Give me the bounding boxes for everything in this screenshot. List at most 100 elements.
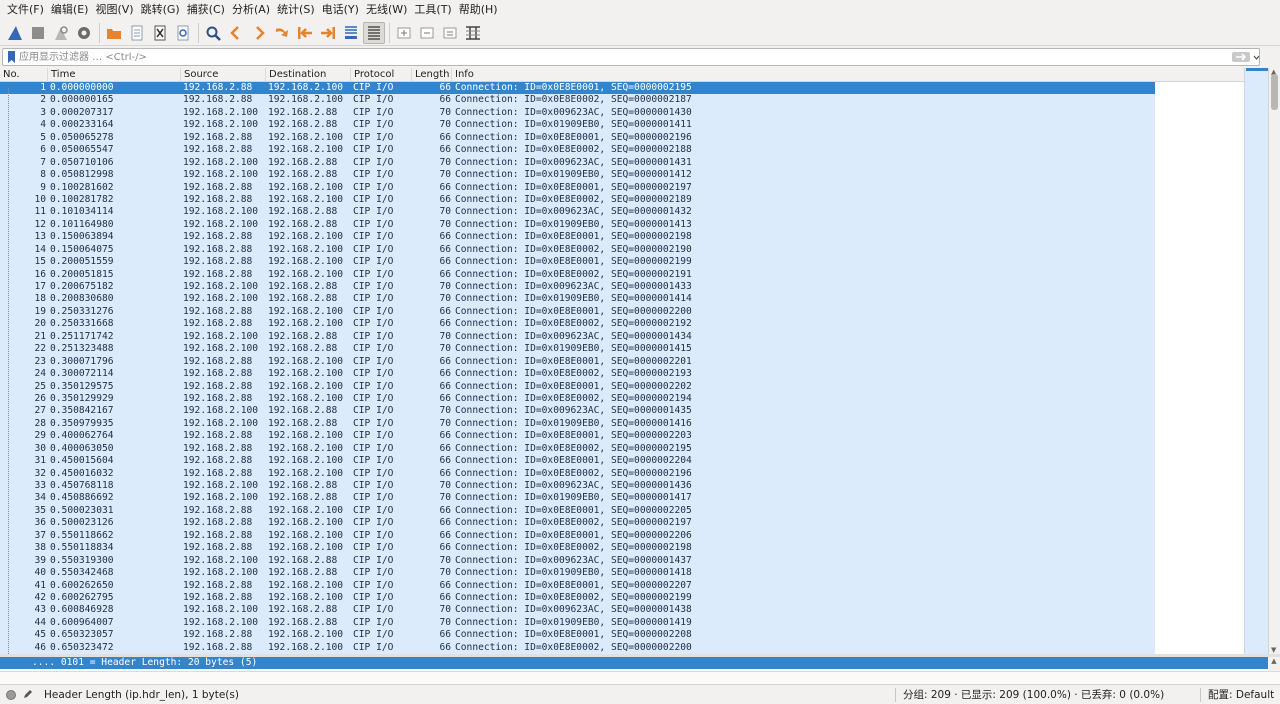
packet-row[interactable]: 39 0.550319300 192.168.2.100 192.168.2.88 CI… [0,554,1155,568]
autoscroll-icon[interactable] [340,22,362,44]
packet-row[interactable]: 44 0.600964007 192.168.2.100 192.168.2.88 CI… [0,616,1155,630]
restart-capture-icon[interactable] [50,22,72,44]
apply-filter-arrow-icon[interactable] [1232,51,1250,63]
packet-row[interactable]: 20 0.250331668 192.168.2.88 192.168.2.100 CI… [0,318,1155,331]
packet-row[interactable]: 22 0.251323488 192.168.2.100 192.168.2.88 CI… [0,343,1155,356]
menu-item[interactable]: 无线(W) [363,0,410,20]
packet-row[interactable]: 21 0.251171742 192.168.2.100 192.168.2.88 CI… [0,330,1155,344]
resize-columns-icon[interactable] [462,22,484,44]
packet-row[interactable]: 1 0.000000000 192.168.2.88 192.168.2.100 CIP… [0,82,1155,95]
details-scrollbar[interactable]: ▲ [1268,657,1280,671]
packet-row[interactable]: 6 0.050065547 192.168.2.88 192.168.2.100 CIP… [0,144,1155,157]
menu-item[interactable]: 统计(S) [274,0,318,20]
packet-row[interactable]: 31 0.450015604 192.168.2.88 192.168.2.100 CI… [0,455,1155,468]
column-header-info[interactable]: Info [452,68,1268,82]
packet-row[interactable]: 14 0.150064075 192.168.2.88 192.168.2.100 CI… [0,243,1155,257]
packet-row[interactable]: 24 0.300072114 192.168.2.88 192.168.2.100 CI… [0,368,1155,381]
packet-row[interactable]: 27 0.350842167 192.168.2.100 192.168.2.88 CI… [0,405,1155,418]
packet-row[interactable]: 16 0.200051815 192.168.2.88 192.168.2.100 CI… [0,268,1155,281]
menu-item[interactable]: 视图(V) [92,0,136,20]
column-header-destination[interactable]: Destination [266,68,351,82]
find-packet-icon[interactable] [202,22,224,44]
menu-item[interactable]: 工具(T) [411,0,454,20]
go-forward-icon[interactable] [248,22,270,44]
packet-row[interactable]: 43 0.600846928 192.168.2.100 192.168.2.88 CI… [0,604,1155,617]
packet-row[interactable]: 32 0.450016032 192.168.2.88 192.168.2.100 CI… [0,467,1155,480]
detail-tree-item[interactable]: .... 0101 = Header Length: 20 bytes (5) [0,657,1268,669]
bookmark-icon[interactable] [7,51,16,63]
packet-minimap[interactable] [1244,68,1268,654]
packet-row[interactable]: 9 0.100281602 192.168.2.88 192.168.2.100 CIP… [0,181,1155,194]
colorize-icon[interactable] [363,21,385,44]
packet-row[interactable]: 29 0.400062764 192.168.2.88 192.168.2.100 CI… [0,430,1155,443]
column-header-no[interactable]: No. [0,68,48,82]
packet-list-scrollbar[interactable]: ▲ ▼ [1268,68,1280,654]
stop-capture-icon[interactable] [27,22,49,44]
packet-row[interactable]: 33 0.450768118 192.168.2.100 192.168.2.88 CI… [0,480,1155,493]
packet-row[interactable]: 12 0.101164980 192.168.2.100 192.168.2.88 CI… [0,218,1155,232]
packet-row[interactable]: 36 0.500023126 192.168.2.88 192.168.2.100 CI… [0,517,1155,530]
status-profile[interactable]: 配置: Default [1208,688,1274,702]
close-file-icon[interactable] [149,22,171,44]
cell-destination: 192.168.2.100 [268,94,344,106]
packet-row[interactable]: 30 0.400063050 192.168.2.88 192.168.2.100 CI… [0,442,1155,456]
reload-file-icon[interactable] [172,22,194,44]
menu-item[interactable]: 分析(A) [229,0,273,20]
packet-row[interactable]: 15 0.200051559 192.168.2.88 192.168.2.100 CI… [0,256,1155,269]
packet-row[interactable]: 5 0.050065278 192.168.2.88 192.168.2.100 CIP… [0,131,1155,145]
go-first-icon[interactable] [294,22,316,44]
packet-row[interactable]: 4 0.000233164 192.168.2.100 192.168.2.88 CIP… [0,119,1155,132]
scrollbar-thumb[interactable] [1271,74,1278,110]
packet-row[interactable]: 37 0.550118662 192.168.2.88 192.168.2.100 CI… [0,529,1155,543]
menu-item[interactable]: 帮助(H) [456,0,501,20]
column-header-source[interactable]: Source [181,68,266,82]
packet-row[interactable]: 3 0.000207317 192.168.2.100 192.168.2.88 CIP… [0,106,1155,120]
zoom-out-icon[interactable] [416,22,438,44]
menu-item[interactable]: 电话(Y) [319,0,362,20]
packet-row[interactable]: 2 0.000000165 192.168.2.88 192.168.2.100 CIP… [0,94,1155,107]
normal-size-icon[interactable] [439,22,461,44]
packet-row[interactable]: 42 0.600262795 192.168.2.88 192.168.2.100 CI… [0,591,1155,605]
packet-row[interactable]: 46 0.650323472 192.168.2.88 192.168.2.100 CI… [0,641,1155,654]
edit-comment-icon[interactable] [22,688,34,700]
shark-fin-start-icon[interactable] [4,22,26,44]
go-back-icon[interactable] [225,22,247,44]
packet-row[interactable]: 23 0.300071796 192.168.2.88 192.168.2.100 CI… [0,355,1155,369]
packet-row[interactable]: 7 0.050710106 192.168.2.100 192.168.2.88 CIP… [0,156,1155,170]
packet-row[interactable]: 13 0.150063894 192.168.2.88 192.168.2.100 CI… [0,231,1155,244]
menu-item[interactable]: 编辑(E) [48,0,92,20]
cell-destination: 192.168.2.88 [268,554,338,566]
packet-row[interactable]: 19 0.250331276 192.168.2.88 192.168.2.100 CI… [0,305,1155,319]
packet-row[interactable]: 34 0.450886692 192.168.2.100 192.168.2.88 CI… [0,492,1155,505]
packet-row[interactable]: 8 0.050812998 192.168.2.100 192.168.2.88 CIP… [0,169,1155,182]
packet-row[interactable]: 11 0.101034114 192.168.2.100 192.168.2.88 CI… [0,206,1155,219]
packet-row[interactable]: 45 0.650323057 192.168.2.88 192.168.2.100 CI… [0,629,1155,642]
menu-item[interactable]: 文件(F) [4,0,47,20]
capture-options-icon[interactable] [73,22,95,44]
packet-row[interactable]: 35 0.500023031 192.168.2.88 192.168.2.100 CI… [0,504,1155,518]
go-last-icon[interactable] [317,22,339,44]
column-header-protocol[interactable]: Protocol [351,68,412,82]
save-file-icon[interactable] [126,22,148,44]
chevron-down-icon[interactable] [1253,51,1260,63]
packet-row[interactable]: 28 0.350979935 192.168.2.100 192.168.2.88 CI… [0,417,1155,431]
column-header-length[interactable]: Length [412,68,452,82]
display-filter-input[interactable] [19,49,1219,65]
cell-info: Connection: ID=0x009623AC, SEQ=000000143… [455,554,692,566]
packet-row[interactable]: 26 0.350129929 192.168.2.88 192.168.2.100 CI… [0,392,1155,406]
packet-row[interactable]: 17 0.200675182 192.168.2.100 192.168.2.88 CI… [0,281,1155,294]
packet-row[interactable]: 10 0.100281782 192.168.2.88 192.168.2.100 CI… [0,193,1155,207]
expert-info-icon[interactable] [6,690,16,700]
menu-item[interactable]: 跳转(G) [138,0,183,20]
packet-row[interactable]: 18 0.200830680 192.168.2.100 192.168.2.88 CI… [0,293,1155,306]
packet-row[interactable]: 38 0.550118834 192.168.2.88 192.168.2.100 CI… [0,542,1155,555]
packet-row[interactable]: 41 0.600262650 192.168.2.88 192.168.2.100 CI… [0,579,1155,592]
scroll-down-icon[interactable]: ▼ [1271,646,1276,654]
zoom-in-icon[interactable] [393,22,415,44]
packet-row[interactable]: 25 0.350129575 192.168.2.88 192.168.2.100 CI… [0,380,1155,393]
go-to-packet-icon[interactable] [271,22,293,44]
column-header-time[interactable]: Time [48,68,181,82]
menu-item[interactable]: 捕获(C) [184,0,228,20]
packet-row[interactable]: 40 0.550342468 192.168.2.100 192.168.2.88 CI… [0,567,1155,580]
open-file-icon[interactable] [103,22,125,44]
